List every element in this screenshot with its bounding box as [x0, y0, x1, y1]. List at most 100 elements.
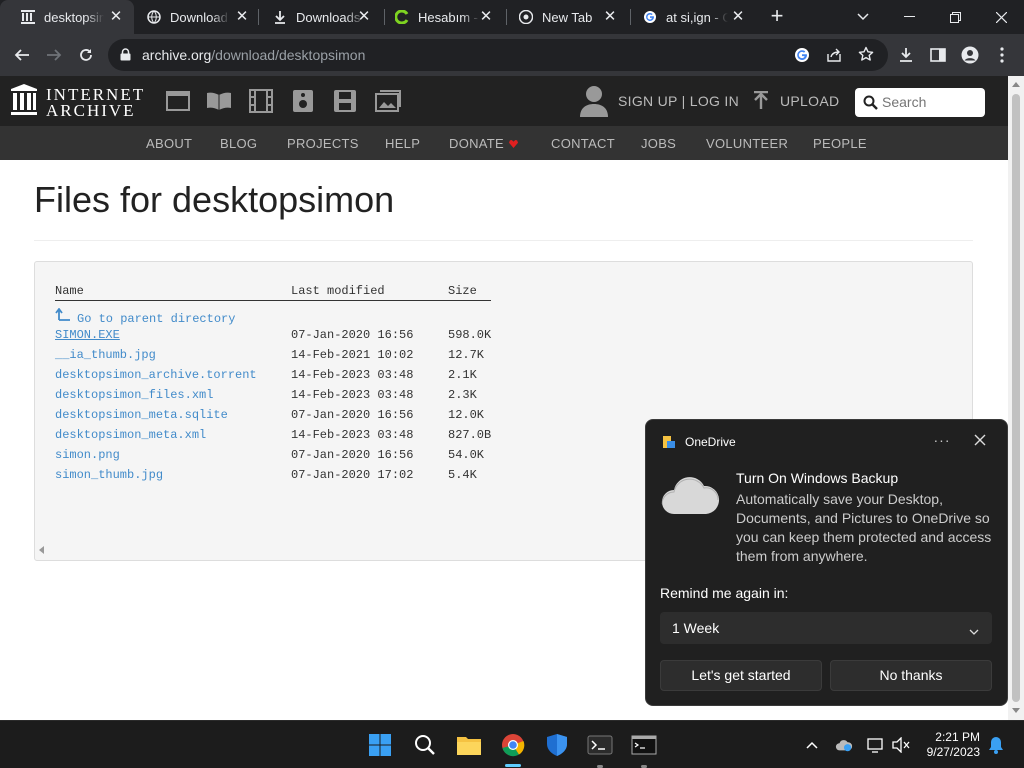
audio-icon[interactable] — [290, 88, 316, 114]
file-size: 598.0K — [448, 328, 492, 342]
page-scrollbar[interactable] — [1008, 76, 1024, 720]
nav-blog[interactable]: BLOG — [220, 136, 257, 151]
no-thanks-button[interactable]: No thanks — [830, 660, 992, 691]
more-options-icon[interactable]: ··· — [931, 432, 953, 448]
nav-help[interactable]: HELP — [385, 136, 420, 151]
tab-download[interactable]: Download Disk ✕ — [126, 0, 260, 34]
scroll-up-arrow[interactable] — [1012, 82, 1020, 87]
nav-about[interactable]: ABOUT — [146, 136, 192, 151]
file-link[interactable]: desktopsimon_meta.xml — [55, 428, 206, 442]
system-clock[interactable]: 2:21 PM 9/27/2023 — [918, 730, 980, 760]
forward-button[interactable] — [42, 43, 66, 67]
nav-donate[interactable]: DONATE — [449, 136, 519, 151]
profile-icon[interactable] — [958, 43, 982, 67]
search-input[interactable] — [882, 94, 978, 110]
file-date: 14-Feb-2023 03:48 — [291, 368, 414, 382]
tab-close-icon[interactable]: ✕ — [108, 9, 124, 25]
search-taskbar-icon[interactable] — [409, 729, 441, 761]
notification-bell-icon[interactable] — [987, 736, 1005, 754]
tab-hesabim[interactable]: Hesabım - Ecu ✕ — [374, 0, 504, 34]
browser-toolbar: archive.org/download/desktopsimon — [0, 34, 1024, 76]
back-button[interactable] — [10, 43, 34, 67]
up-arrow-icon — [55, 307, 71, 326]
start-button-icon[interactable] — [364, 729, 396, 761]
file-explorer-icon[interactable] — [453, 729, 485, 761]
show-hidden-icons-chevron-icon[interactable] — [803, 736, 821, 754]
notification-body: Automatically save your Desktop, Documen… — [736, 491, 992, 564]
scrollbar-thumb[interactable] — [1012, 94, 1020, 702]
upload-icon[interactable] — [751, 90, 771, 116]
tab-label: Hesabım - Ecu — [418, 9, 480, 25]
ia-logo[interactable]: INTERNET ARCHIVE — [10, 84, 145, 121]
file-link[interactable]: __ia_thumb.jpg — [55, 348, 156, 362]
video-icon[interactable] — [248, 88, 274, 114]
tab-close-icon[interactable]: ✕ — [730, 9, 746, 25]
onedrive-app-icon — [662, 435, 676, 454]
ia-search-box[interactable] — [855, 88, 985, 117]
address-bar[interactable]: archive.org/download/desktopsimon — [108, 39, 888, 71]
remind-select-value: 1 Week — [672, 620, 720, 636]
tab-close-icon[interactable]: ✕ — [234, 9, 250, 25]
new-tab-button[interactable]: + — [766, 5, 788, 28]
chrome-menu-icon[interactable] — [990, 43, 1014, 67]
network-icon[interactable] — [867, 736, 885, 754]
tab-close-icon[interactable]: ✕ — [356, 9, 372, 25]
tab-search-chevron-icon[interactable] — [840, 0, 886, 34]
software-icon[interactable] — [332, 88, 358, 114]
images-icon[interactable] — [375, 88, 401, 114]
get-started-button[interactable]: Let's get started — [660, 660, 822, 691]
green-app-icon — [394, 9, 410, 25]
share-icon[interactable] — [826, 47, 842, 68]
volume-muted-icon[interactable] — [892, 736, 910, 754]
minimize-button[interactable] — [886, 0, 932, 34]
parent-directory-link[interactable]: Go to parent directory — [55, 307, 235, 326]
active-app-indicator — [505, 764, 521, 767]
nav-jobs[interactable]: JOBS — [641, 136, 676, 151]
file-link[interactable]: simon.png — [55, 448, 120, 462]
reload-button[interactable] — [74, 43, 98, 67]
file-date: 14-Feb-2023 03:48 — [291, 428, 414, 442]
terminal-icon[interactable] — [584, 729, 616, 761]
url-path: /download/desktopsimon — [211, 47, 366, 63]
tab-downloads[interactable]: Downloads ✕ — [252, 0, 382, 34]
downloads-icon[interactable] — [894, 43, 918, 67]
onedrive-tray-icon[interactable] — [835, 736, 853, 754]
bookmark-star-icon[interactable] — [858, 46, 874, 67]
signup-login-link[interactable]: SIGN UP | LOG IN — [618, 93, 739, 109]
side-panel-icon[interactable] — [926, 43, 950, 67]
scroll-down-arrow[interactable] — [1012, 708, 1020, 713]
tab-google-search[interactable]: at si,ign - Google ✕ — [622, 0, 756, 34]
user-avatar-icon[interactable] — [580, 85, 608, 122]
horizontal-scroll-left-arrow[interactable] — [39, 546, 44, 554]
nav-contact[interactable]: CONTACT — [551, 136, 615, 151]
nav-projects[interactable]: PROJECTS — [287, 136, 359, 151]
lock-icon[interactable] — [120, 48, 131, 66]
tab-close-icon[interactable]: ✕ — [478, 9, 494, 25]
tab-new-tab[interactable]: New Tab ✕ — [498, 0, 628, 34]
close-window-button[interactable] — [978, 0, 1024, 34]
chrome-taskbar-icon[interactable] — [497, 729, 529, 761]
windows-taskbar: 2:21 PM 9/27/2023 — [0, 720, 1024, 768]
restore-button[interactable] — [932, 0, 978, 34]
texts-icon[interactable] — [206, 88, 232, 114]
file-link[interactable]: SIMON.EXE — [55, 328, 120, 342]
command-prompt-icon[interactable] — [628, 729, 660, 761]
nav-volunteer[interactable]: VOLUNTEER — [706, 136, 788, 151]
tab-desktopsimon[interactable]: desktopsimon ✕ — [0, 0, 134, 34]
file-size: 827.0B — [448, 428, 492, 442]
file-link[interactable]: desktopsimon_archive.torrent — [55, 368, 257, 382]
upload-link[interactable]: UPLOAD — [780, 93, 839, 109]
file-link[interactable]: simon_thumb.jpg — [55, 468, 163, 482]
close-icon[interactable] — [971, 431, 989, 449]
web-icon[interactable] — [165, 88, 191, 114]
file-date: 07-Jan-2020 16:56 — [291, 408, 414, 422]
notification-title: Turn On Windows Backup — [736, 470, 899, 486]
file-link[interactable]: desktopsimon_files.xml — [55, 388, 213, 402]
tab-close-icon[interactable]: ✕ — [602, 9, 618, 25]
nav-people[interactable]: PEOPLE — [813, 136, 867, 151]
remind-select[interactable]: 1 Week — [660, 612, 992, 644]
remind-label: Remind me again in: — [660, 585, 789, 601]
defender-shield-icon[interactable] — [541, 729, 573, 761]
file-link[interactable]: desktopsimon_meta.sqlite — [55, 408, 228, 422]
google-lens-icon[interactable] — [794, 47, 810, 68]
